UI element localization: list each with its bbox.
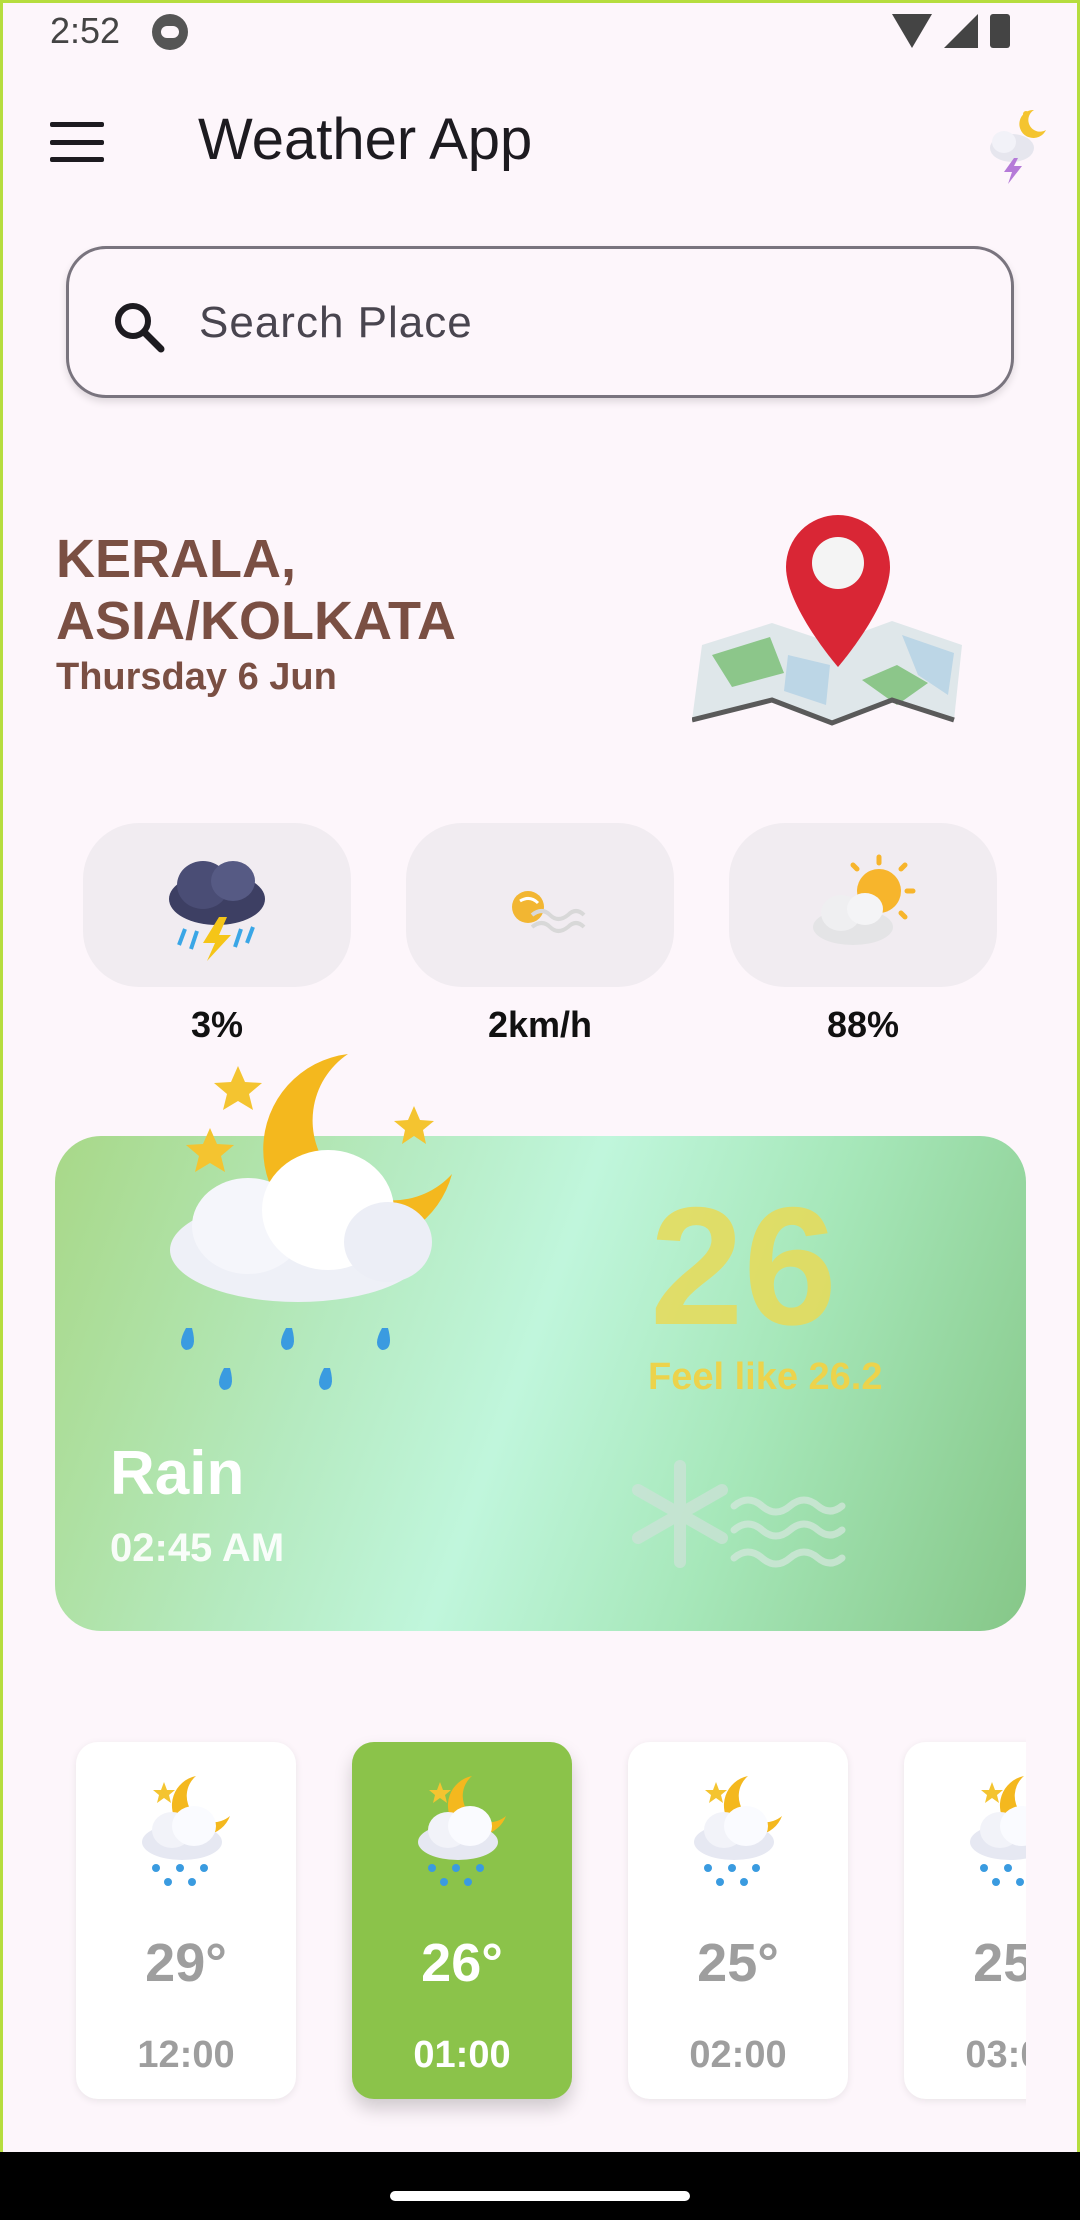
- home-gesture-handle[interactable]: [390, 2191, 690, 2201]
- status-icons: [892, 14, 1010, 48]
- menu-icon-line: [50, 122, 104, 127]
- search-icon: [115, 303, 165, 353]
- wind-chip: [406, 823, 674, 987]
- location-name: KERALA, ASIA/KOLKATA: [56, 529, 456, 651]
- status-bar: 2:52: [0, 0, 1080, 66]
- notification-icon: [152, 14, 188, 50]
- hourly-card[interactable]: 25° 02:00: [628, 1742, 848, 2099]
- hourly-temperature: 29°: [145, 1933, 227, 1993]
- thunderstorm-icon: [169, 861, 265, 961]
- menu-icon-line: [50, 139, 104, 145]
- hourly-temperature: 26°: [421, 1933, 503, 1993]
- location-date: Thursday 6 Jun: [56, 656, 337, 698]
- current-temperature: 26: [650, 1172, 837, 1360]
- precipitation-value: 3%: [190, 1004, 244, 1045]
- wind-value: 2km/h: [487, 1004, 593, 1045]
- humidity-chip: [729, 823, 997, 987]
- rainy-night-icon: [142, 1776, 230, 1886]
- hourly-time: 01:00: [413, 2034, 511, 2076]
- precipitation-chip: [83, 823, 351, 987]
- storm-night-icon: [990, 109, 1046, 184]
- hourly-card-selected[interactable]: 26° 01:00: [352, 1742, 572, 2099]
- wind-icon: [512, 891, 586, 933]
- app-title: Weather App: [198, 107, 533, 172]
- feels-like-text: Feel like 26.2: [648, 1356, 883, 1398]
- hourly-temperature: 25°: [697, 1933, 779, 1993]
- status-time: 2:52: [50, 10, 121, 51]
- weather-condition: Rain: [110, 1439, 245, 1508]
- wifi-icon: [892, 14, 932, 48]
- rainy-night-icon: [970, 1776, 1026, 1886]
- rainy-night-icon: [694, 1776, 782, 1886]
- battery-icon: [990, 14, 1010, 48]
- system-navigation-bar: [0, 2152, 1080, 2220]
- humidity-value: 88%: [826, 1004, 900, 1045]
- hourly-time: 12:00: [137, 2034, 235, 2076]
- rainy-night-icon: [418, 1776, 506, 1886]
- rainy-night-icon: [170, 1054, 452, 1390]
- signal-icon: [944, 14, 978, 48]
- hourly-time: 02:00: [689, 2034, 787, 2076]
- hourly-card[interactable]: 29° 12:00: [76, 1742, 296, 2099]
- hourly-card[interactable]: 25° 03:00: [904, 1742, 1026, 2099]
- hourly-temperature: 25°: [973, 1933, 1026, 1993]
- menu-button[interactable]: [50, 122, 104, 162]
- search-input[interactable]: [199, 283, 959, 363]
- menu-icon-line: [50, 157, 104, 162]
- snow-wind-icon: [632, 1460, 846, 1568]
- map-pin-icon: [692, 515, 962, 726]
- hourly-forecast-list[interactable]: 29° 12:00 26° 01:00 25° 02:00 25 03:: [66, 1720, 1026, 2160]
- hourly-time: 03:00: [965, 2034, 1026, 2076]
- current-time: 02:45 AM: [110, 1526, 285, 1570]
- search-bar[interactable]: [66, 246, 1014, 398]
- partly-cloudy-icon: [813, 854, 916, 945]
